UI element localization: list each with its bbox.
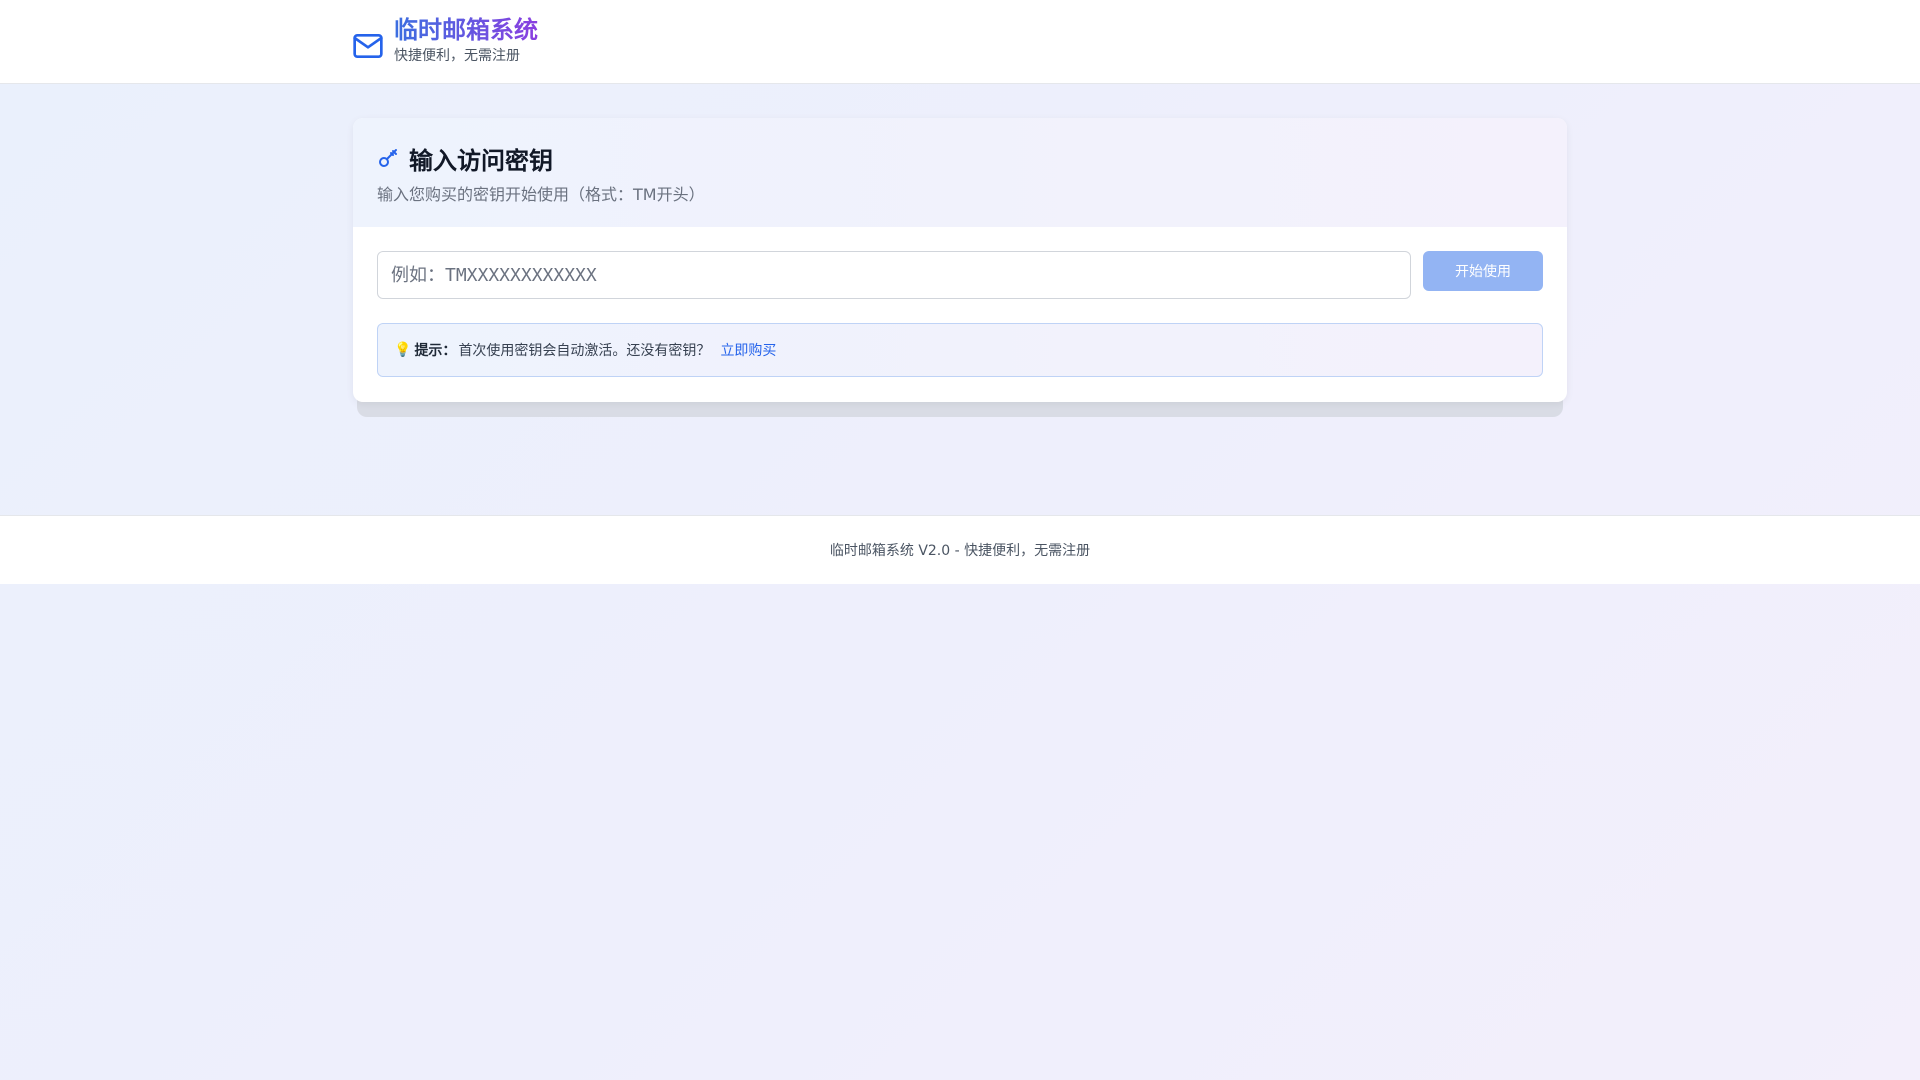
card-body: 开始使用 💡 提示： 首次使用密钥会自动激活。还没有密钥？ 立即购买 bbox=[353, 227, 1567, 401]
lightbulb-icon: 💡 bbox=[394, 342, 412, 358]
access-key-card: 输入访问密钥 输入您购买的密钥开始使用（格式：TM开头） 开始使用 💡 提示： … bbox=[353, 118, 1567, 402]
tip-label: 提示： bbox=[414, 343, 457, 359]
start-button[interactable]: 开始使用 bbox=[1423, 251, 1543, 291]
top-header: 临时邮箱系统 快捷便利，无需注册 bbox=[0, 0, 1920, 84]
app-subtitle: 快捷便利，无需注册 bbox=[394, 48, 520, 64]
tip-box: 💡 提示： 首次使用密钥会自动激活。还没有密钥？ 立即购买 bbox=[377, 323, 1543, 377]
tip-text: 首次使用密钥会自动激活。还没有密钥？ bbox=[458, 343, 711, 359]
mail-icon bbox=[352, 30, 384, 62]
card-description: 输入您购买的密钥开始使用（格式：TM开头） bbox=[377, 185, 705, 204]
buy-now-link[interactable]: 立即购买 bbox=[720, 340, 776, 360]
access-key-input[interactable] bbox=[377, 251, 1411, 299]
footer: 临时邮箱系统 V2.0 - 快捷便利，无需注册 bbox=[0, 515, 1920, 584]
app-title: 临时邮箱系统 bbox=[394, 16, 538, 44]
key-icon bbox=[377, 146, 401, 170]
card-header: 输入访问密钥 输入您购买的密钥开始使用（格式：TM开头） bbox=[353, 118, 1567, 227]
card-title: 输入访问密钥 bbox=[409, 146, 553, 175]
brand[interactable]: 临时邮箱系统 快捷便利，无需注册 bbox=[352, 14, 538, 66]
footer-text: 临时邮箱系统 V2.0 - 快捷便利，无需注册 bbox=[829, 543, 1091, 559]
